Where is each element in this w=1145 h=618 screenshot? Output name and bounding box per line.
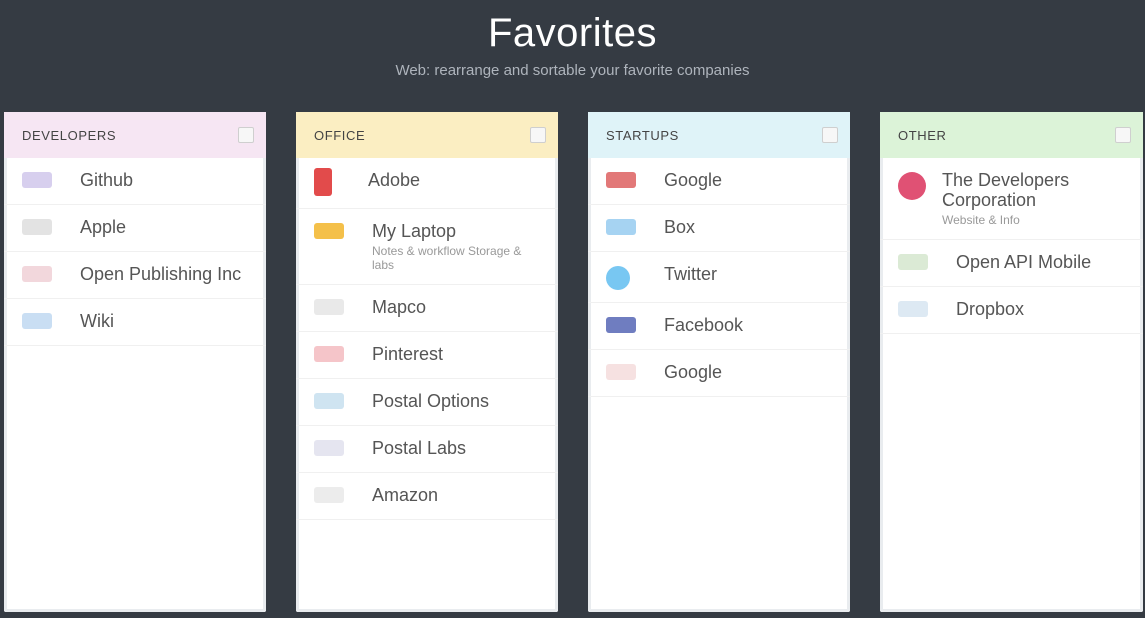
box-logo-icon	[606, 219, 636, 235]
list-item[interactable]: Dropbox	[880, 287, 1143, 334]
facebook-logo-icon	[606, 317, 636, 333]
item-description: Website & Info	[942, 213, 1020, 227]
item-name: Twitter	[664, 264, 718, 284]
amazon-logo-icon	[314, 487, 344, 503]
dev-corp-logo-icon	[898, 172, 926, 200]
postal-labs-logo-icon	[314, 440, 344, 456]
column-title: OTHER	[898, 127, 947, 143]
twitter-logo-icon	[606, 266, 630, 290]
list-item[interactable]: Amazon	[296, 473, 558, 520]
item-name: Apple	[80, 217, 127, 237]
list-item[interactable]: Postal Labs	[296, 426, 558, 473]
column-items: Google Box Twitter Facebook Google	[588, 158, 850, 397]
item-name: Box	[664, 217, 696, 237]
item-name: My Laptop	[372, 221, 457, 241]
list-item[interactable]: Apple	[4, 205, 266, 252]
item-description: Notes & workflow Storage & labs	[372, 244, 522, 272]
pinterest-logo-icon	[314, 346, 344, 362]
item-name: Dropbox	[956, 299, 1025, 319]
list-item[interactable]: Open API Mobile	[880, 240, 1143, 287]
list-item[interactable]: Box	[588, 205, 850, 252]
list-item[interactable]: Mapco	[296, 285, 558, 332]
column-header: OTHER	[880, 112, 1143, 158]
postal-logo-icon	[314, 393, 344, 409]
apple-logo-icon	[22, 219, 52, 235]
list-item[interactable]: Wiki	[4, 299, 266, 346]
item-name: The Developers Corporation	[942, 170, 1070, 210]
column-menu-icon[interactable]	[530, 127, 546, 143]
github-logo-icon	[22, 172, 52, 188]
google-logo-icon	[606, 172, 636, 188]
list-item[interactable]: My Laptop Notes & workflow Storage & lab…	[296, 209, 558, 285]
list-item[interactable]: Facebook	[588, 303, 850, 350]
item-name: Pinterest	[372, 344, 444, 364]
column-title: OFFICE	[314, 127, 366, 143]
column-other: OTHER The Developers Corporation Website…	[880, 112, 1143, 612]
column-menu-icon[interactable]	[822, 127, 838, 143]
api-logo-icon	[898, 254, 928, 270]
item-name: Github	[80, 170, 134, 190]
column-items: The Developers Corporation Website & Inf…	[880, 158, 1143, 334]
item-name: Postal Options	[372, 391, 490, 411]
item-name: Mapco	[372, 297, 427, 317]
list-item[interactable]: Pinterest	[296, 332, 558, 379]
item-name: Google	[664, 362, 723, 382]
page-title: Favorites	[488, 11, 657, 55]
adobe-logo-icon	[314, 168, 332, 196]
column-header: OFFICE	[296, 112, 558, 158]
item-name: Google	[664, 170, 723, 190]
google-plus-logo-icon	[606, 364, 636, 380]
item-name: Open API Mobile	[956, 252, 1092, 272]
list-item[interactable]: The Developers Corporation Website & Inf…	[880, 158, 1143, 240]
list-item[interactable]: Twitter	[588, 252, 850, 303]
item-name: Facebook	[664, 315, 744, 335]
page-header: Favorites Web: rearrange and sortable yo…	[0, 0, 1145, 100]
item-name: Adobe	[368, 170, 421, 190]
column-items: Github Apple Open Publishing Inc Wiki	[4, 158, 266, 346]
item-name: Postal Labs	[372, 438, 467, 458]
list-item[interactable]: Adobe	[296, 158, 558, 209]
column-menu-icon[interactable]	[1115, 127, 1131, 143]
laptop-logo-icon	[314, 223, 344, 239]
favorites-board: DEVELOPERS Github Apple Open Publishing …	[0, 100, 1145, 618]
column-developers: DEVELOPERS Github Apple Open Publishing …	[4, 112, 266, 612]
column-header: STARTUPS	[588, 112, 850, 158]
item-name: Open Publishing Inc	[80, 264, 242, 284]
page-subtitle: Web: rearrange and sortable your favorit…	[395, 62, 750, 79]
column-menu-icon[interactable]	[238, 127, 254, 143]
list-item[interactable]: Postal Options	[296, 379, 558, 426]
column-items: Adobe My Laptop Notes & workflow Storage…	[296, 158, 558, 520]
column-header: DEVELOPERS	[4, 112, 266, 158]
column-office: OFFICE Adobe My Laptop Notes & workflow …	[296, 112, 558, 612]
column-title: DEVELOPERS	[22, 127, 117, 143]
dropbox-logo-icon	[898, 301, 928, 317]
publishing-logo-icon	[22, 266, 52, 282]
list-item[interactable]: Github	[4, 158, 266, 205]
list-item[interactable]: Open Publishing Inc	[4, 252, 266, 299]
wiki-logo-icon	[22, 313, 52, 329]
mapco-logo-icon	[314, 299, 344, 315]
list-item[interactable]: Google	[588, 350, 850, 397]
column-startups: STARTUPS Google Box Twitter Facebook Goo…	[588, 112, 850, 612]
item-name: Amazon	[372, 485, 439, 505]
column-title: STARTUPS	[606, 127, 679, 143]
list-item[interactable]: Google	[588, 158, 850, 205]
item-name: Wiki	[80, 311, 114, 331]
